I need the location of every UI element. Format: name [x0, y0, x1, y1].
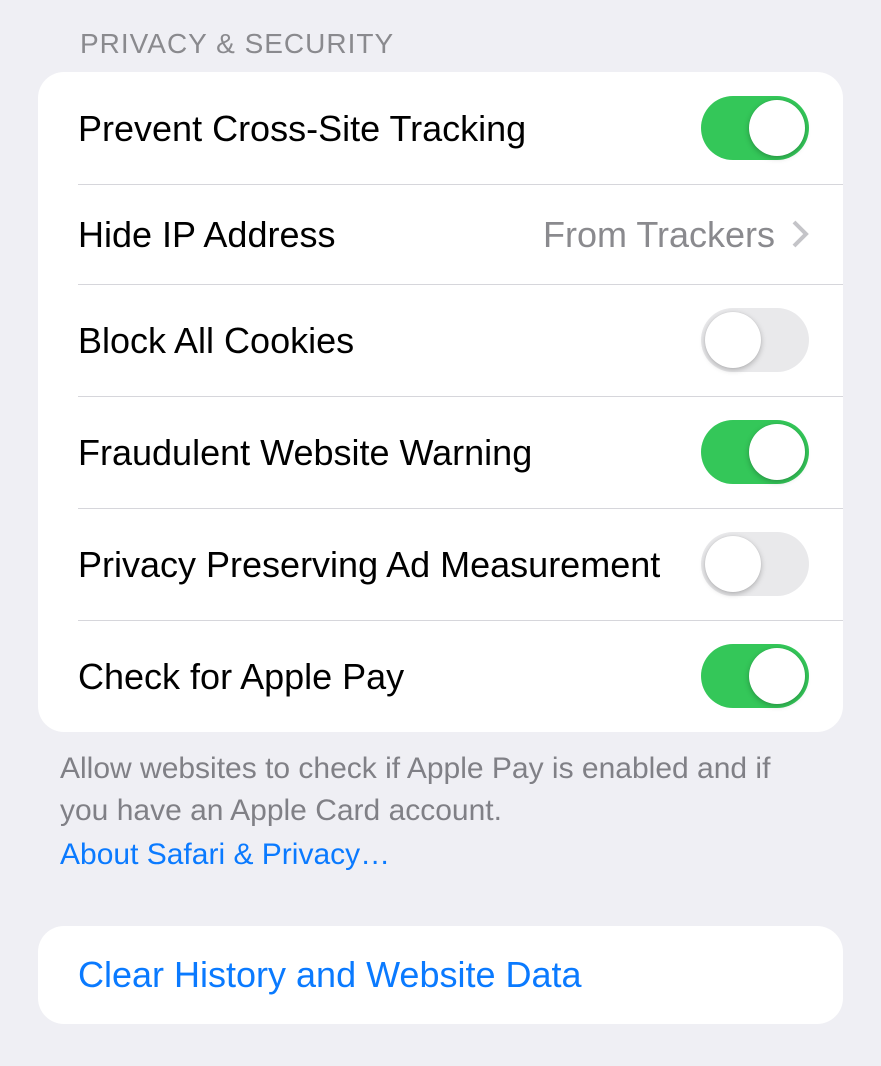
- toggle-block-all-cookies[interactable]: [701, 308, 809, 372]
- toggle-check-for-apple-pay[interactable]: [701, 644, 809, 708]
- label-fraudulent-website-warning: Fraudulent Website Warning: [78, 430, 701, 475]
- row-privacy-preserving-ad-measurement[interactable]: Privacy Preserving Ad Measurement: [38, 508, 843, 620]
- clear-history-button[interactable]: Clear History and Website Data: [38, 926, 843, 1024]
- section-footer: Allow websites to check if Apple Pay is …: [0, 732, 881, 876]
- toggle-prevent-cross-site-tracking[interactable]: [701, 96, 809, 160]
- toggle-privacy-preserving-ad-measurement[interactable]: [701, 532, 809, 596]
- label-block-all-cookies: Block All Cookies: [78, 318, 701, 363]
- label-check-for-apple-pay: Check for Apple Pay: [78, 654, 701, 699]
- row-fraudulent-website-warning[interactable]: Fraudulent Website Warning: [38, 396, 843, 508]
- toggle-fraudulent-website-warning[interactable]: [701, 420, 809, 484]
- clear-history-group: Clear History and Website Data: [38, 926, 843, 1024]
- chevron-right-icon: [791, 219, 809, 249]
- row-hide-ip-address[interactable]: Hide IP Address From Trackers: [38, 184, 843, 284]
- row-prevent-cross-site-tracking[interactable]: Prevent Cross-Site Tracking: [38, 72, 843, 184]
- value-hide-ip-address: From Trackers: [543, 212, 775, 257]
- label-privacy-preserving-ad-measurement: Privacy Preserving Ad Measurement: [78, 542, 701, 587]
- section-header: PRIVACY & SECURITY: [0, 0, 881, 72]
- label-hide-ip-address: Hide IP Address: [78, 212, 543, 257]
- row-block-all-cookies[interactable]: Block All Cookies: [38, 284, 843, 396]
- privacy-security-group: Prevent Cross-Site Tracking Hide IP Addr…: [38, 72, 843, 732]
- row-check-for-apple-pay[interactable]: Check for Apple Pay: [38, 620, 843, 732]
- label-prevent-cross-site-tracking: Prevent Cross-Site Tracking: [78, 106, 701, 151]
- footer-text: Allow websites to check if Apple Pay is …: [60, 752, 770, 827]
- about-safari-privacy-link[interactable]: About Safari & Privacy…: [60, 834, 821, 876]
